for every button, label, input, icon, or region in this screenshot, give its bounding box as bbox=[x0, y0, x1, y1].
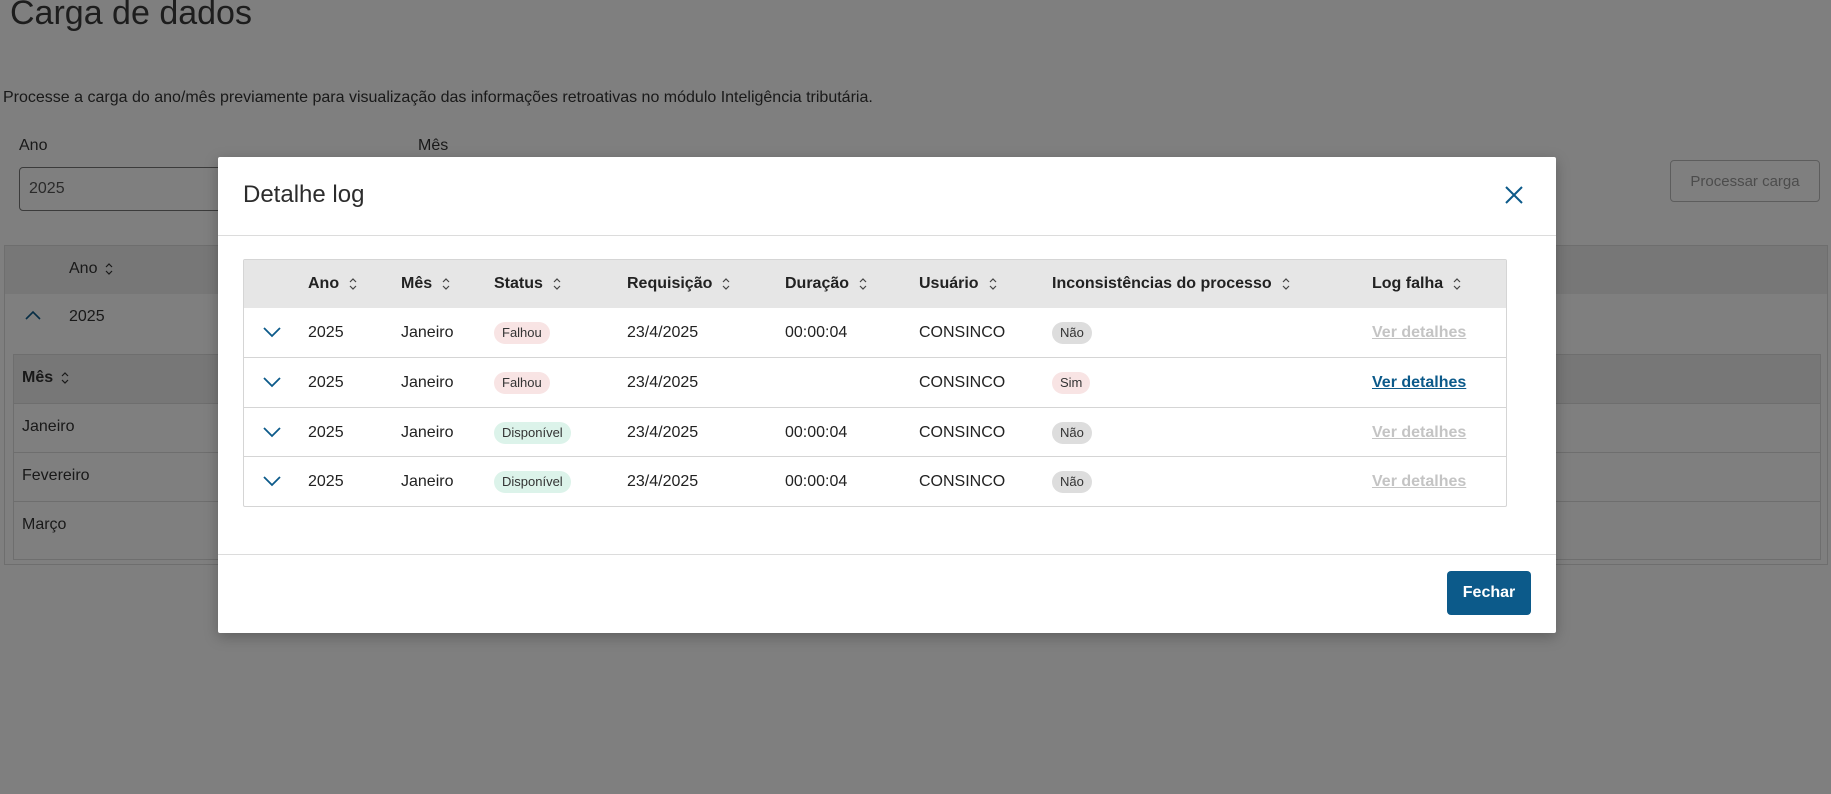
chevron-down-icon[interactable] bbox=[260, 320, 284, 344]
sort-icon bbox=[1282, 278, 1290, 290]
column-label: Inconsistências do processo bbox=[1052, 275, 1272, 292]
cell-usuario: CONSINCO bbox=[919, 423, 1006, 441]
sort-icon bbox=[859, 278, 867, 290]
sort-icon bbox=[989, 278, 997, 290]
column-label: Usuário bbox=[919, 275, 979, 292]
sort-icon bbox=[442, 278, 450, 290]
status-badge: Disponível bbox=[494, 421, 571, 444]
cell-ano: 2025 bbox=[308, 373, 344, 391]
modal-footer: Fechar bbox=[218, 554, 1556, 634]
column-header-requisicao[interactable]: Requisição bbox=[627, 260, 730, 308]
cell-status: Disponível bbox=[494, 457, 571, 506]
cell-status: Disponível bbox=[494, 408, 571, 457]
cell-requisicao: 23/4/2025 bbox=[627, 373, 699, 391]
column-label: Requisição bbox=[627, 275, 713, 292]
modal-header: Detalhe log bbox=[218, 157, 1556, 236]
inconsistency-badge: Sim bbox=[1052, 371, 1091, 394]
close-button[interactable]: Fechar bbox=[1447, 571, 1531, 615]
sort-icon bbox=[553, 278, 561, 290]
inconsistency-badge: Não bbox=[1052, 421, 1092, 444]
log-table-header: Ano Mês Status Requisição Duração Usuári… bbox=[244, 260, 1506, 308]
cell-inconsistencias: Não bbox=[1052, 308, 1092, 357]
status-badge: Disponível bbox=[494, 470, 571, 493]
cell-log-falha: Ver detalhes bbox=[1372, 408, 1466, 457]
cell-inconsistencias: Não bbox=[1052, 408, 1092, 457]
cell-log-falha: Ver detalhes bbox=[1372, 308, 1466, 357]
cell-inconsistencias: Não bbox=[1052, 457, 1092, 506]
cell-requisicao: 23/4/2025 bbox=[627, 423, 699, 441]
cell-duracao: 00:00:04 bbox=[785, 323, 848, 341]
cell-requisicao: 23/4/2025 bbox=[627, 323, 699, 341]
cell-duracao: 00:00:04 bbox=[785, 423, 848, 441]
ver-detalhes-link[interactable]: Ver detalhes bbox=[1372, 374, 1466, 392]
inconsistency-badge: Não bbox=[1052, 321, 1092, 344]
cell-duracao: 00:00:04 bbox=[785, 472, 848, 490]
sort-icon bbox=[722, 278, 730, 290]
log-table: Ano Mês Status Requisição Duração Usuári… bbox=[243, 259, 1507, 507]
sort-icon bbox=[1453, 278, 1461, 290]
column-header-duracao[interactable]: Duração bbox=[785, 260, 867, 308]
cell-mes: Janeiro bbox=[401, 323, 454, 341]
sort-icon bbox=[349, 278, 357, 290]
table-row: 2025 Janeiro Disponível 23/4/2025 00:00:… bbox=[244, 456, 1506, 506]
column-label: Ano bbox=[308, 275, 340, 292]
column-header-log-falha[interactable]: Log falha bbox=[1372, 260, 1461, 308]
chevron-down-icon[interactable] bbox=[260, 420, 284, 444]
column-header-status[interactable]: Status bbox=[494, 260, 561, 308]
column-header-usuario[interactable]: Usuário bbox=[919, 260, 997, 308]
column-label: Duração bbox=[785, 275, 850, 292]
cell-requisicao: 23/4/2025 bbox=[627, 472, 699, 490]
close-icon[interactable] bbox=[1502, 183, 1526, 207]
cell-ano: 2025 bbox=[308, 423, 344, 441]
modal-title: Detalhe log bbox=[243, 181, 365, 208]
table-row: 2025 Janeiro Falhou 23/4/2025 00:00:04 C… bbox=[244, 308, 1506, 358]
chevron-down-icon[interactable] bbox=[260, 469, 284, 493]
column-header-inconsistencias[interactable]: Inconsistências do processo bbox=[1052, 260, 1290, 308]
column-label: Mês bbox=[401, 275, 433, 292]
column-label: Status bbox=[494, 275, 543, 292]
cell-log-falha: Ver detalhes bbox=[1372, 358, 1466, 407]
cell-ano: 2025 bbox=[308, 323, 344, 341]
cell-usuario: CONSINCO bbox=[919, 373, 1006, 391]
cell-usuario: CONSINCO bbox=[919, 472, 1006, 490]
table-row: 2025 Janeiro Falhou 23/4/2025 CONSINCO S… bbox=[244, 357, 1506, 407]
ver-detalhes-link: Ver detalhes bbox=[1372, 423, 1467, 441]
cell-usuario: CONSINCO bbox=[919, 323, 1006, 341]
inconsistency-badge: Não bbox=[1052, 470, 1092, 493]
status-badge: Falhou bbox=[494, 371, 550, 394]
log-detail-modal: Detalhe log Ano Mês Status Requisição Du… bbox=[218, 157, 1556, 633]
column-header-mes[interactable]: Mês bbox=[401, 260, 450, 308]
column-header-ano[interactable]: Ano bbox=[308, 260, 357, 308]
column-label: Log falha bbox=[1372, 275, 1444, 292]
cell-status: Falhou bbox=[494, 308, 550, 357]
cell-log-falha: Ver detalhes bbox=[1372, 457, 1466, 506]
table-row: 2025 Janeiro Disponível 23/4/2025 00:00:… bbox=[244, 407, 1506, 457]
cell-mes: Janeiro bbox=[401, 423, 454, 441]
cell-inconsistencias: Sim bbox=[1052, 358, 1091, 407]
cell-mes: Janeiro bbox=[401, 472, 454, 490]
cell-mes: Janeiro bbox=[401, 373, 454, 391]
ver-detalhes-link: Ver detalhes bbox=[1372, 472, 1467, 490]
ver-detalhes-link: Ver detalhes bbox=[1372, 323, 1467, 341]
chevron-down-icon[interactable] bbox=[260, 370, 284, 394]
cell-ano: 2025 bbox=[308, 472, 344, 490]
status-badge: Falhou bbox=[494, 321, 550, 344]
cell-status: Falhou bbox=[494, 358, 550, 407]
